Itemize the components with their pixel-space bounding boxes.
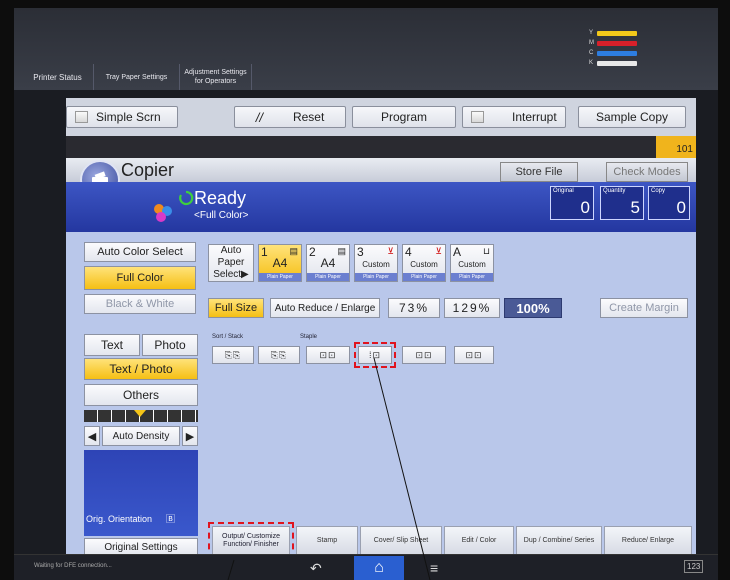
callout-line-output bbox=[227, 559, 235, 580]
callout-line-staple bbox=[373, 357, 431, 580]
callout-lines bbox=[227, 357, 431, 580]
